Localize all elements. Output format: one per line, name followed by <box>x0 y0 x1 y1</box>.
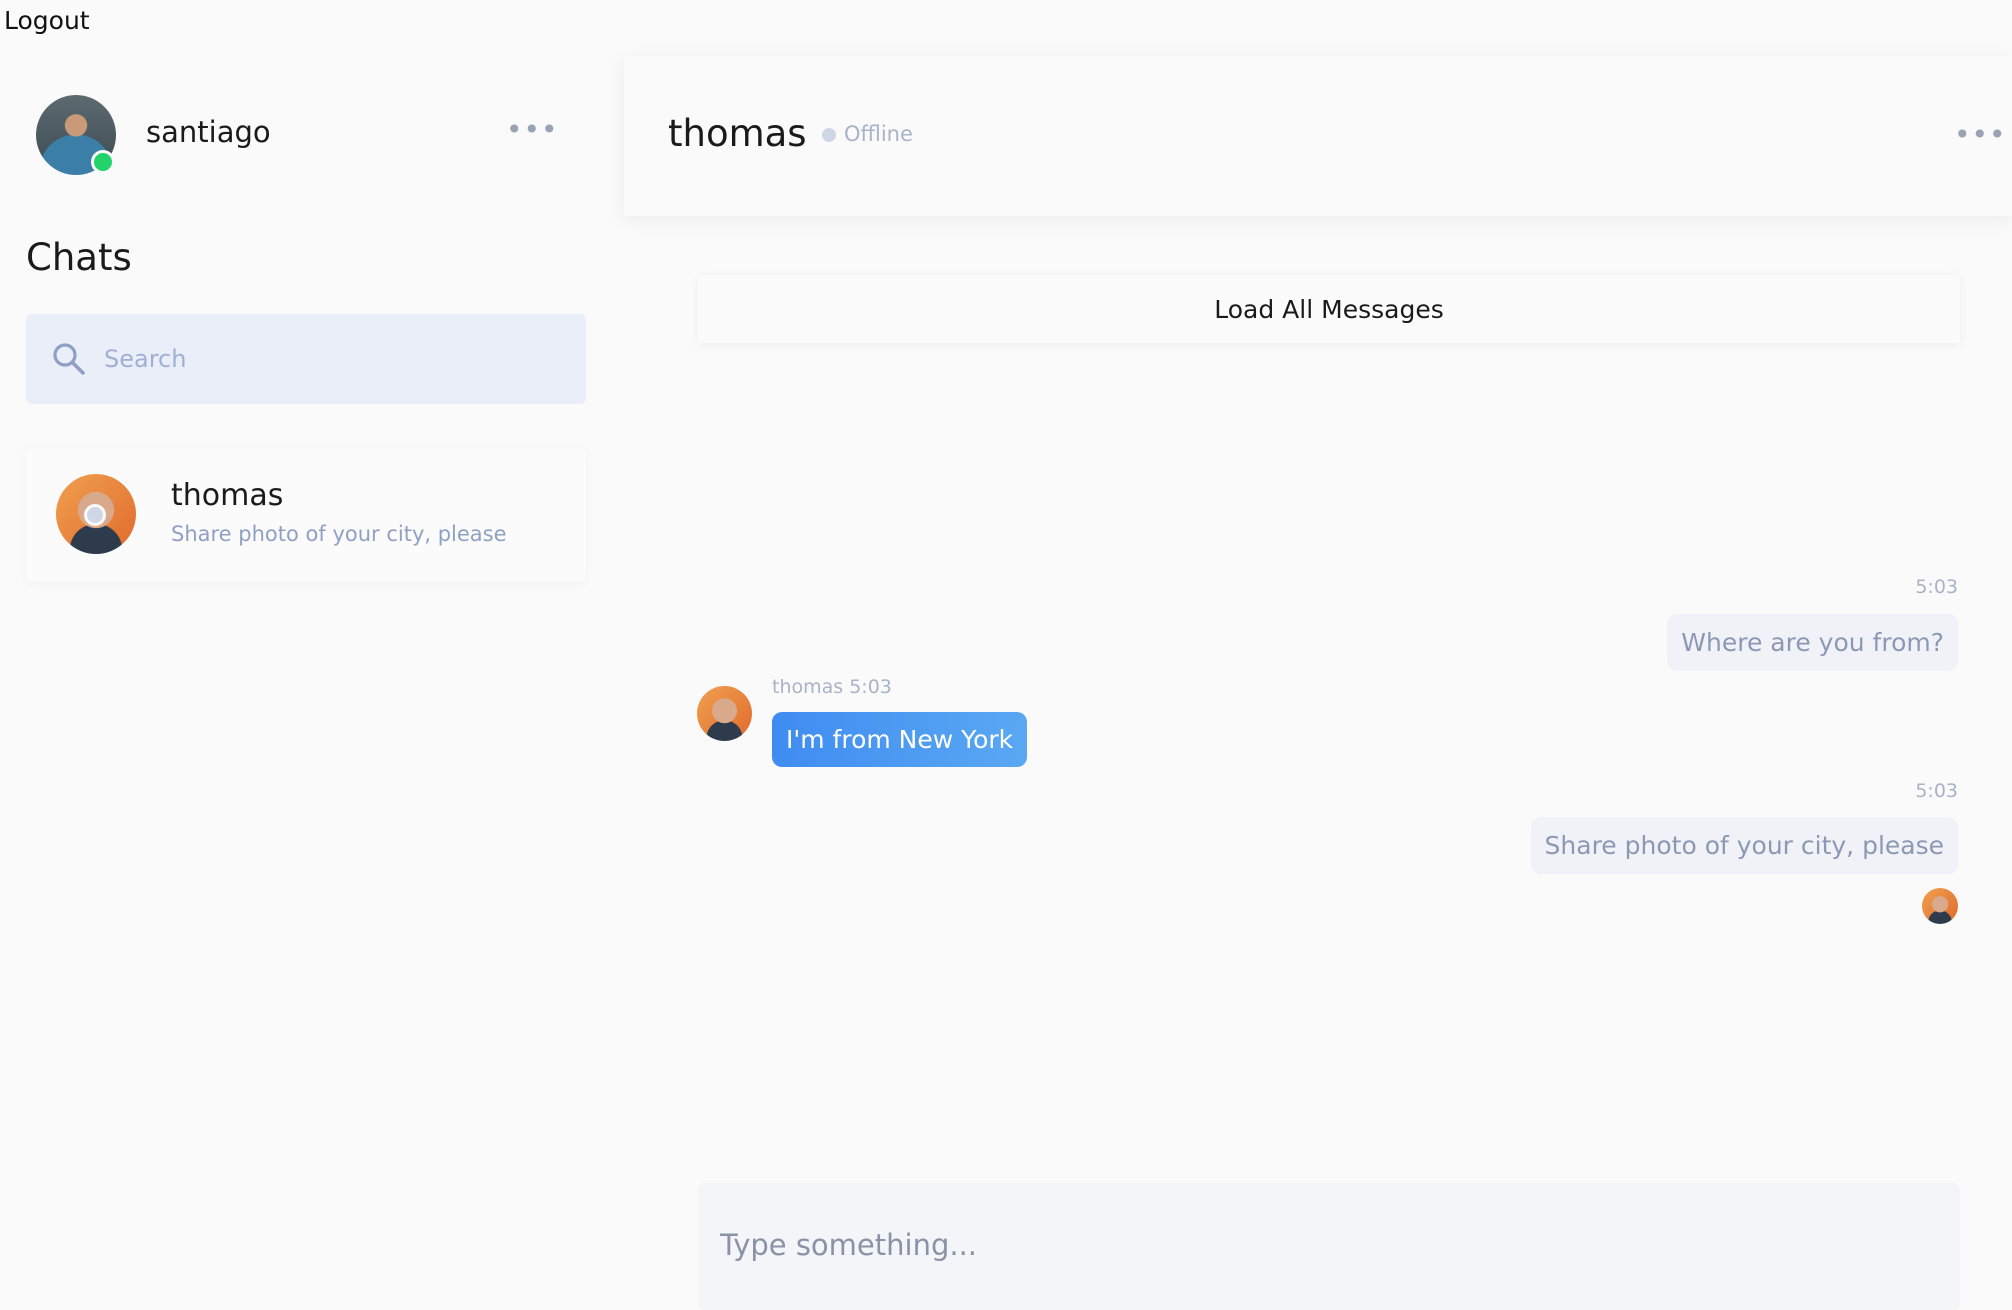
search-box <box>26 314 586 404</box>
logout-button[interactable]: Logout <box>4 6 90 35</box>
outgoing-message: Share photo of your city, please <box>1530 817 1958 874</box>
chats-heading: Chats <box>26 236 132 279</box>
message-sender-meta: thomas 5:03 <box>772 676 892 698</box>
offline-status-dot <box>84 504 106 526</box>
message-input[interactable] <box>720 1223 1920 1267</box>
contact-name: thomas <box>668 112 807 155</box>
more-horizontal-icon[interactable]: ••• <box>506 113 559 146</box>
current-user-panel: santiago ••• <box>36 95 581 175</box>
sender-avatar <box>697 686 752 741</box>
chat-list-item-thomas[interactable]: thomas Share photo of your city, please <box>26 448 586 582</box>
offline-status-dot <box>822 128 836 142</box>
contact-status: Offline <box>844 122 913 146</box>
load-all-messages-button[interactable]: Load All Messages <box>698 275 1960 343</box>
current-user-name: santiago <box>146 115 271 149</box>
message-time: 5:03 <box>1915 780 1958 802</box>
conversation-header: thomas Offline ••• <box>624 56 2012 216</box>
search-icon <box>53 343 85 375</box>
incoming-message: I'm from New York <box>772 712 1028 767</box>
chat-item-preview: Share photo of your city, please <box>171 522 507 546</box>
more-horizontal-icon[interactable]: ••• <box>1954 118 2007 151</box>
read-receipt-avatar <box>1922 888 1958 924</box>
chat-item-name: thomas <box>171 478 284 513</box>
outgoing-message: Where are you from? <box>1667 614 1958 671</box>
search-input[interactable] <box>104 339 554 379</box>
online-status-dot <box>91 150 115 174</box>
message-time: 5:03 <box>1915 576 1958 598</box>
message-composer <box>698 1183 1960 1310</box>
